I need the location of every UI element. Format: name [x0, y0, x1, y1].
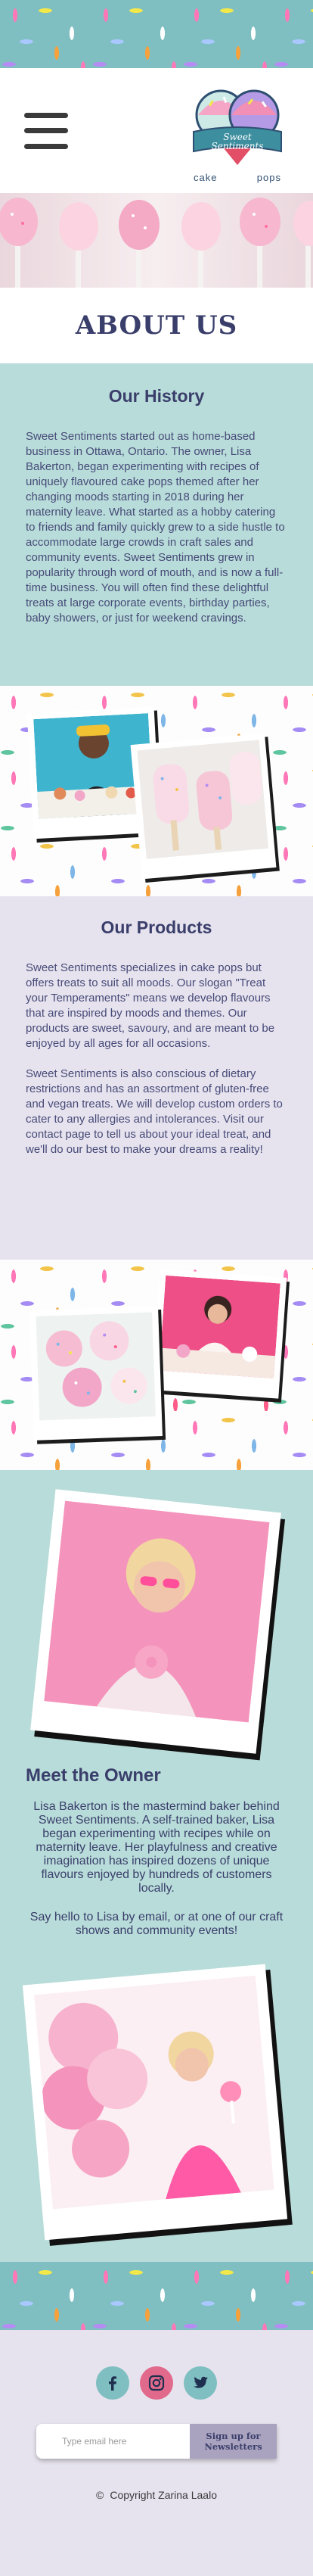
copyright-text: Copyright Zarina Laalo: [110, 2489, 217, 2501]
woman-with-treats-photo: [159, 1275, 280, 1379]
twitter-link[interactable]: [184, 2366, 217, 2400]
sprinkle-cake-pops-photo: [36, 1312, 156, 1421]
owner-photo-frame-2: [0, 1938, 313, 2262]
bottom-sprinkle-banner: [0, 2262, 313, 2330]
newsletter-email-input[interactable]: [36, 2424, 190, 2459]
owner-section: Meet the Owner Lisa Bakerton is the mast…: [0, 1470, 313, 2262]
instagram-icon: [148, 2375, 165, 2391]
polaroid-owner-balloons: [22, 1964, 288, 2241]
popsicle-cake-pops-photo: [137, 740, 269, 859]
history-body: Sweet Sentiments started out as home-bas…: [26, 430, 285, 625]
history-heading: Our History: [108, 386, 205, 406]
logo-word-pops: pops: [256, 171, 281, 183]
svg-text:Sentiments: Sentiments: [212, 141, 264, 151]
newsletter-signup-button[interactable]: Sign up for Newsletters: [190, 2424, 277, 2459]
sweet-sentiments-logo[interactable]: Sweet Sentiments cake pops: [184, 82, 290, 183]
facebook-link[interactable]: [96, 2366, 129, 2400]
top-sprinkle-banner: [0, 0, 313, 68]
logo-cake-pops-icon: Sweet Sentiments: [193, 89, 282, 165]
newsletter-form: Sign up for Newsletters: [36, 2424, 277, 2459]
products-paragraph-1: Sweet Sentiments specializes in cake pop…: [26, 961, 275, 1050]
photo-collage-1: [0, 686, 313, 896]
pink-cake-pops-photo: [0, 193, 313, 288]
hero-cake-pops-image: [0, 193, 313, 288]
instagram-link[interactable]: [140, 2366, 173, 2400]
polaroid-popsicle-cake-pops: [130, 733, 277, 880]
copyright: © Copyright Zarina Laalo: [0, 2489, 313, 2501]
page-title-band: ABOUT US: [0, 288, 313, 363]
products-section: Our Products Sweet Sentiments specialize…: [0, 896, 313, 1260]
hamburger-menu-icon[interactable]: [24, 112, 68, 149]
page-title: ABOUT US: [75, 310, 238, 341]
owner-photo-frame-1: [0, 1470, 313, 1765]
owner-heading: Meet the Owner: [26, 1765, 161, 1786]
twitter-icon: [194, 2376, 208, 2388]
polaroid-sprinkle-cake-pops: [29, 1306, 163, 1441]
facebook-icon: [109, 2376, 116, 2391]
owner-with-balloons-photo: [34, 1975, 274, 2210]
copyright-symbol: ©: [96, 2489, 104, 2501]
products-paragraph-2: Sweet Sentiments is also conscious of di…: [26, 1067, 283, 1156]
polaroid-woman-baking: [151, 1269, 287, 1399]
products-heading: Our Products: [101, 917, 212, 937]
polaroid-owner-portrait: [30, 1489, 281, 1754]
owner-with-donut-photo: [44, 1500, 270, 1723]
social-links: [0, 2366, 313, 2400]
history-section: Our History Sweet Sentiments started out…: [0, 363, 313, 686]
logo-word-cake: cake: [194, 171, 218, 183]
site-header: Sweet Sentiments cake pops: [0, 68, 313, 193]
owner-paragraph-1: Lisa Bakerton is the mastermind baker be…: [33, 1800, 280, 1895]
photo-collage-2: [0, 1260, 313, 1470]
site-footer: Sign up for Newsletters © Copyright Zari…: [0, 2330, 313, 2576]
owner-paragraph-2: Say hello to Lisa by email, or at one of…: [29, 1911, 284, 1937]
